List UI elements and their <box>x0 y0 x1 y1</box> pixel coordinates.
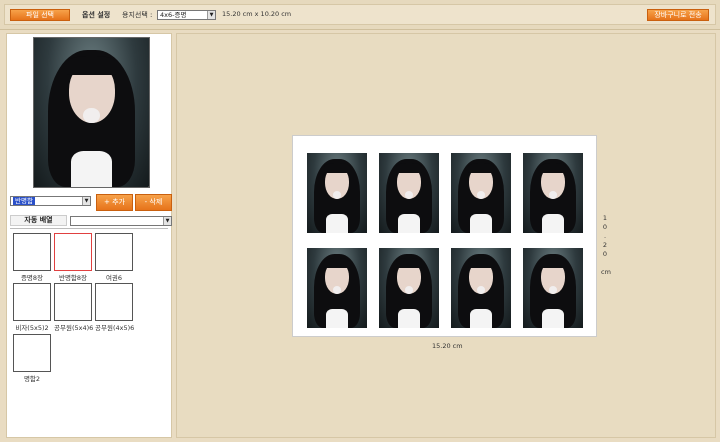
paper-select[interactable]: 4x6-증명 ▼ <box>157 10 216 20</box>
delete-button[interactable]: - 삭제 <box>135 194 172 211</box>
chevron-down-icon: ▼ <box>82 197 90 205</box>
layout-item-visa[interactable]: 비자(5x5)2 <box>13 283 51 332</box>
left-panel: 반명함 ▼ + 추가 - 삭제 자동 배열 ▼ 증명8장 반명함8장 여권6 비… <box>6 33 172 438</box>
sheet-photo[interactable] <box>451 248 511 328</box>
sheet-photo[interactable] <box>307 248 367 328</box>
auto-arrange-label: 자동 배열 <box>10 215 67 226</box>
sheet-height-label: 1 0 . 2 0 cm <box>601 214 611 276</box>
paper-select-label: 용지선택 : <box>122 11 153 19</box>
sheet-photo[interactable] <box>523 248 583 328</box>
layout-label: 공무원(5x4)6 <box>54 324 94 332</box>
layout-label: 명함2 <box>23 375 41 383</box>
option-settings-label: 옵션 설정 <box>82 11 111 19</box>
layout-item-half8[interactable]: 반명함8장 <box>54 233 92 282</box>
sheet-photo[interactable] <box>523 153 583 233</box>
toolbar-strip <box>4 4 716 25</box>
layout-item-id8[interactable]: 증명8장 <box>13 233 51 282</box>
photo-type-select[interactable]: 반명함 ▼ <box>10 196 91 206</box>
sheet-width-label: 15.20 cm <box>432 342 463 350</box>
paper-size-text: 15.20 cm x 10.20 cm <box>222 10 292 18</box>
auto-arrange-select[interactable]: ▼ <box>70 216 172 226</box>
main-photo-preview[interactable] <box>33 37 150 188</box>
chevron-down-icon: ▼ <box>163 217 171 225</box>
layout-item-passport6[interactable]: 여권6 <box>95 233 133 282</box>
layout-label: 증명8장 <box>20 274 44 282</box>
layout-label: 비자(5x5)2 <box>15 324 49 332</box>
resize-handle[interactable] <box>148 186 149 187</box>
add-button[interactable]: + 추가 <box>96 194 133 211</box>
divider <box>10 228 168 229</box>
sheet-photo[interactable] <box>307 153 367 233</box>
layout-label: 여권6 <box>105 274 123 282</box>
print-preview-area: 15.20 cm 1 0 . 2 0 cm <box>176 33 716 438</box>
paper-select-value: 4x6-증명 <box>160 11 187 19</box>
sheet-photo[interactable] <box>379 248 439 328</box>
layout-item-card2[interactable]: 명함2 <box>13 334 51 383</box>
print-sheet <box>292 135 597 337</box>
photo-type-value: 반명함 <box>13 197 35 205</box>
layout-item-civil-4x5[interactable]: 공무원(4x5)6 <box>95 283 135 332</box>
send-to-cart-button[interactable]: 장바구니로 전송 <box>647 9 709 21</box>
layout-label: 공무원(4x5)6 <box>95 324 135 332</box>
chevron-down-icon: ▼ <box>207 11 215 19</box>
layout-item-civil-5x4[interactable]: 공무원(5x4)6 <box>54 283 94 332</box>
top-toolbar: 파일 선택 옵션 설정 용지선택 : 4x6-증명 ▼ 15.20 cm x 1… <box>0 0 720 30</box>
layout-label: 반명함8장 <box>58 274 88 282</box>
sheet-photo[interactable] <box>379 153 439 233</box>
file-select-button[interactable]: 파일 선택 <box>10 9 70 21</box>
sheet-photo[interactable] <box>451 153 511 233</box>
